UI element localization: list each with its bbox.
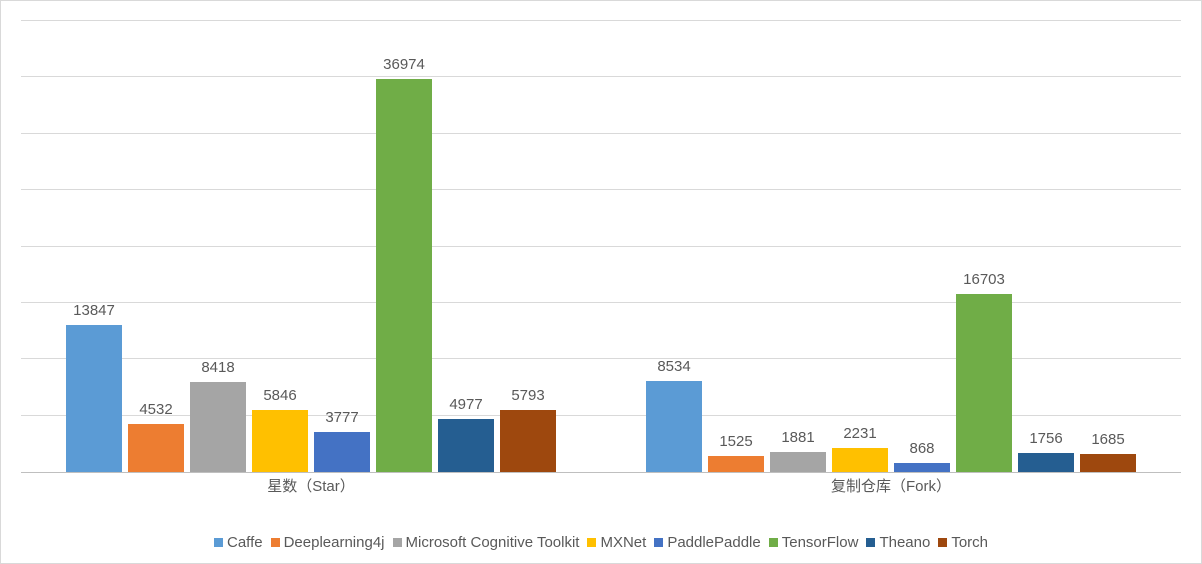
bar-fill	[1080, 454, 1136, 472]
bar-paddlepaddle-star: 3777	[314, 432, 370, 472]
bar-fill	[708, 456, 764, 472]
data-label: 1525	[719, 433, 752, 450]
bar-mscntk-fork: 1881	[770, 452, 826, 472]
x-axis: 星数（Star） 复制仓库（Fork）	[21, 475, 1181, 505]
legend-item-tensorflow: TensorFlow	[769, 534, 859, 551]
group-fork: 8534 1525 1881 2231 868	[601, 21, 1181, 472]
legend-label: MXNet	[600, 534, 646, 551]
swatch-icon	[654, 538, 663, 547]
plot-area: 13847 4532 8418 5846 3777	[21, 21, 1181, 473]
data-label: 1756	[1029, 430, 1062, 447]
data-label: 4977	[449, 396, 482, 413]
x-tick-star: 星数（Star）	[21, 475, 601, 505]
bar-fill	[646, 381, 702, 472]
bar-fill	[66, 325, 122, 472]
data-label: 1881	[781, 429, 814, 446]
bar-theano-fork: 1756	[1018, 453, 1074, 472]
bar-tensorflow-fork: 16703	[956, 294, 1012, 472]
legend-label: Caffe	[227, 534, 263, 551]
bar-fill	[894, 463, 950, 472]
data-label: 5846	[263, 387, 296, 404]
legend-item-paddlepaddle: PaddlePaddle	[654, 534, 760, 551]
bar-caffe-fork: 8534	[646, 381, 702, 472]
bar-fill	[252, 410, 308, 472]
swatch-icon	[769, 538, 778, 547]
bar-theano-star: 4977	[438, 419, 494, 472]
bar-mscntk-star: 8418	[190, 382, 246, 472]
bar-fill	[376, 79, 432, 473]
bar-deeplearning4j-star: 4532	[128, 424, 184, 472]
bar-fill	[500, 410, 556, 472]
bar-tensorflow-star: 36974	[376, 79, 432, 473]
data-label: 8418	[201, 359, 234, 376]
bar-fill	[314, 432, 370, 472]
legend-item-mxnet: MXNet	[587, 534, 646, 551]
x-tick-fork: 复制仓库（Fork）	[601, 475, 1181, 505]
bar-fill	[832, 448, 888, 472]
data-label: 13847	[73, 302, 115, 319]
swatch-icon	[938, 538, 947, 547]
legend-label: Torch	[951, 534, 988, 551]
data-label: 5793	[511, 387, 544, 404]
data-label: 868	[909, 440, 934, 457]
bar-deeplearning4j-fork: 1525	[708, 456, 764, 472]
bar-fill	[438, 419, 494, 472]
data-label: 2231	[843, 425, 876, 442]
bar-paddlepaddle-fork: 868	[894, 463, 950, 472]
group-star: 13847 4532 8418 5846 3777	[21, 21, 601, 472]
legend-item-theano: Theano	[866, 534, 930, 551]
bar-fill	[128, 424, 184, 472]
swatch-icon	[393, 538, 402, 547]
legend-label: Microsoft Cognitive Toolkit	[406, 534, 580, 551]
data-label: 3777	[325, 409, 358, 426]
chart-container: 13847 4532 8418 5846 3777	[0, 0, 1202, 564]
bar-fill	[1018, 453, 1074, 472]
bar-fill	[956, 294, 1012, 472]
data-label: 4532	[139, 401, 172, 418]
data-label: 36974	[383, 56, 425, 73]
data-label: 16703	[963, 271, 1005, 288]
bar-fill	[770, 452, 826, 472]
bar-caffe-star: 13847	[66, 325, 122, 472]
bar-torch-star: 5793	[500, 410, 556, 472]
legend-item-torch: Torch	[938, 534, 988, 551]
legend-label: PaddlePaddle	[667, 534, 760, 551]
legend-item-deeplearning4j: Deeplearning4j	[271, 534, 385, 551]
swatch-icon	[587, 538, 596, 547]
data-label: 8534	[657, 358, 690, 375]
bar-mxnet-fork: 2231	[832, 448, 888, 472]
data-label: 1685	[1091, 431, 1124, 448]
legend-label: Theano	[879, 534, 930, 551]
legend-item-caffe: Caffe	[214, 534, 263, 551]
bar-torch-fork: 1685	[1080, 454, 1136, 472]
swatch-icon	[271, 538, 280, 547]
swatch-icon	[866, 538, 875, 547]
legend-item-mscntk: Microsoft Cognitive Toolkit	[393, 534, 580, 551]
legend-label: TensorFlow	[782, 534, 859, 551]
swatch-icon	[214, 538, 223, 547]
bar-groups: 13847 4532 8418 5846 3777	[21, 21, 1181, 472]
legend: Caffe Deeplearning4j Microsoft Cognitive…	[21, 534, 1181, 551]
bar-mxnet-star: 5846	[252, 410, 308, 472]
legend-label: Deeplearning4j	[284, 534, 385, 551]
bar-fill	[190, 382, 246, 472]
